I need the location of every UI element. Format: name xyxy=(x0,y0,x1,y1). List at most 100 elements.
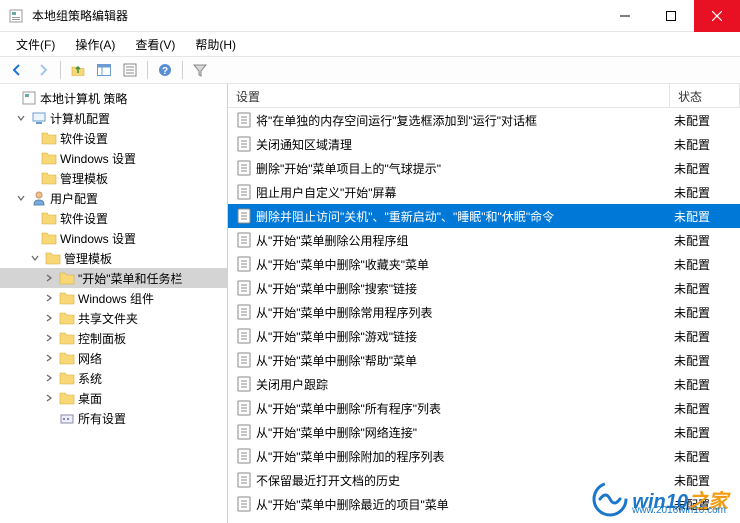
list-row[interactable]: 从"开始"菜单中删除常用程序列表未配置 xyxy=(228,300,740,324)
row-state-text: 未配置 xyxy=(670,448,740,465)
policy-icon xyxy=(236,352,252,368)
row-state-text: 未配置 xyxy=(670,280,740,297)
chevron-right-icon[interactable] xyxy=(42,291,56,305)
list-row[interactable]: 关闭用户跟踪未配置 xyxy=(228,372,740,396)
chevron-right-icon[interactable] xyxy=(42,331,56,345)
list-row[interactable]: 从"开始"菜单中删除附加的程序列表未配置 xyxy=(228,444,740,468)
row-setting-text: 从"开始"菜单删除公用程序组 xyxy=(256,232,670,249)
toolbar-separator xyxy=(147,61,148,79)
tree-label: 软件设置 xyxy=(60,210,108,227)
row-state-text: 未配置 xyxy=(670,160,740,177)
list-row[interactable]: 从"开始"菜单中删除"帮助"菜单未配置 xyxy=(228,348,740,372)
policy-icon xyxy=(236,256,252,272)
row-state-text: 未配置 xyxy=(670,112,740,129)
row-state-text: 未配置 xyxy=(670,472,740,489)
list-panel[interactable]: 设置 状态 将"在单独的内存空间运行"复选框添加到"运行"对话框未配置关闭通知区… xyxy=(228,84,740,523)
chevron-right-icon[interactable] xyxy=(42,351,56,365)
list-row[interactable]: 关闭通知区域清理未配置 xyxy=(228,132,740,156)
policy-icon xyxy=(236,232,252,248)
chevron-right-icon[interactable] xyxy=(42,311,56,325)
maximize-button[interactable] xyxy=(648,0,694,32)
folder-icon xyxy=(41,230,57,246)
list-row[interactable]: 阻止用户自定义"开始"屏幕未配置 xyxy=(228,180,740,204)
row-state-text: 未配置 xyxy=(670,136,740,153)
list-row[interactable]: 删除并阻止访问"关机"、"重新启动"、"睡眠"和"休眠"命令未配置 xyxy=(228,204,740,228)
window-title: 本地组策略编辑器 xyxy=(32,7,602,24)
tree-computer-config[interactable]: 计算机配置 xyxy=(0,108,227,128)
folder-icon xyxy=(59,270,75,286)
tree-user-config[interactable]: 用户配置 xyxy=(0,188,227,208)
tree-item[interactable]: 所有设置 xyxy=(0,408,227,428)
tree-item[interactable]: 共享文件夹 xyxy=(0,308,227,328)
svg-text:?: ? xyxy=(162,66,168,77)
tree-label: Windows 设置 xyxy=(60,150,136,167)
tree-item[interactable]: 桌面 xyxy=(0,388,227,408)
row-setting-text: 从"开始"菜单中删除"游戏"链接 xyxy=(256,328,670,345)
column-header-setting[interactable]: 设置 xyxy=(228,84,670,107)
up-button[interactable] xyxy=(67,59,89,81)
tree-label: Windows 设置 xyxy=(60,230,136,247)
list-row[interactable]: 不保留最近打开文档的历史未配置 xyxy=(228,468,740,492)
expander-icon[interactable] xyxy=(4,91,18,105)
tree-label: "开始"菜单和任务栏 xyxy=(78,270,183,287)
tree-item[interactable]: 网络 xyxy=(0,348,227,368)
tree-item[interactable]: 软件设置 xyxy=(0,208,227,228)
tree-label: 控制面板 xyxy=(78,330,126,347)
list-row[interactable]: 从"开始"菜单中删除"搜索"链接未配置 xyxy=(228,276,740,300)
menu-action[interactable]: 操作(A) xyxy=(67,34,123,55)
folder-icon xyxy=(59,310,75,326)
list-row[interactable]: 删除"开始"菜单项目上的"气球提示"未配置 xyxy=(228,156,740,180)
tree-item[interactable]: 系统 xyxy=(0,368,227,388)
column-header-state[interactable]: 状态 xyxy=(670,84,740,107)
chevron-down-icon[interactable] xyxy=(14,111,28,125)
menu-help[interactable]: 帮助(H) xyxy=(187,34,244,55)
chevron-down-icon[interactable] xyxy=(14,191,28,205)
menu-file[interactable]: 文件(F) xyxy=(8,34,63,55)
tree-label: 所有设置 xyxy=(78,410,126,427)
close-button[interactable] xyxy=(694,0,740,32)
back-button[interactable] xyxy=(6,59,28,81)
policy-icon xyxy=(236,328,252,344)
tree-root[interactable]: 本地计算机 策略 xyxy=(0,88,227,108)
list-row[interactable]: 从"开始"菜单中删除"收藏夹"菜单未配置 xyxy=(228,252,740,276)
folder-icon xyxy=(59,410,75,426)
row-setting-text: 从"开始"菜单中删除"收藏夹"菜单 xyxy=(256,256,670,273)
row-setting-text: 关闭用户跟踪 xyxy=(256,376,670,393)
tree-panel[interactable]: 本地计算机 策略 计算机配置 软件设置 Windows 设置 管理模板 用户配置… xyxy=(0,84,228,523)
row-setting-text: 从"开始"菜单中删除常用程序列表 xyxy=(256,304,670,321)
tree-item[interactable]: 控制面板 xyxy=(0,328,227,348)
list-row[interactable]: 从"开始"菜单中删除"游戏"链接未配置 xyxy=(228,324,740,348)
list-row[interactable]: 从"开始"菜单删除公用程序组未配置 xyxy=(228,228,740,252)
tree-item[interactable]: Windows 设置 xyxy=(0,228,227,248)
chevron-right-icon[interactable] xyxy=(42,271,56,285)
help-button[interactable]: ? xyxy=(154,59,176,81)
row-setting-text: 阻止用户自定义"开始"屏幕 xyxy=(256,184,670,201)
forward-button[interactable] xyxy=(32,59,54,81)
policy-root-icon xyxy=(21,90,37,106)
show-hide-tree-button[interactable] xyxy=(93,59,115,81)
tree-admin-templates[interactable]: 管理模板 xyxy=(0,248,227,268)
list-row[interactable]: 从"开始"菜单中删除"所有程序"列表未配置 xyxy=(228,396,740,420)
row-state-text: 未配置 xyxy=(670,328,740,345)
list-row[interactable]: 将"在单独的内存空间运行"复选框添加到"运行"对话框未配置 xyxy=(228,108,740,132)
row-state-text: 未配置 xyxy=(670,184,740,201)
list-row[interactable]: 从"开始"菜单中删除最近的项目"菜单未配置 xyxy=(228,492,740,516)
tree-item[interactable]: Windows 设置 xyxy=(0,148,227,168)
tree-label: 桌面 xyxy=(78,390,102,407)
menu-view[interactable]: 查看(V) xyxy=(127,34,183,55)
tree-label: 本地计算机 策略 xyxy=(40,90,127,107)
chevron-right-icon[interactable] xyxy=(42,391,56,405)
tree-item[interactable]: 软件设置 xyxy=(0,128,227,148)
toolbar: ? xyxy=(0,56,740,84)
minimize-button[interactable] xyxy=(602,0,648,32)
tree-item[interactable]: Windows 组件 xyxy=(0,288,227,308)
tree-item[interactable]: 管理模板 xyxy=(0,168,227,188)
tree-item[interactable]: "开始"菜单和任务栏 xyxy=(0,268,227,288)
filter-button[interactable] xyxy=(189,59,211,81)
properties-button[interactable] xyxy=(119,59,141,81)
list-row[interactable]: 从"开始"菜单中删除"网络连接"未配置 xyxy=(228,420,740,444)
chevron-right-icon[interactable] xyxy=(42,371,56,385)
chevron-down-icon[interactable] xyxy=(28,251,42,265)
row-setting-text: 从"开始"菜单中删除"搜索"链接 xyxy=(256,280,670,297)
policy-icon xyxy=(236,208,252,224)
